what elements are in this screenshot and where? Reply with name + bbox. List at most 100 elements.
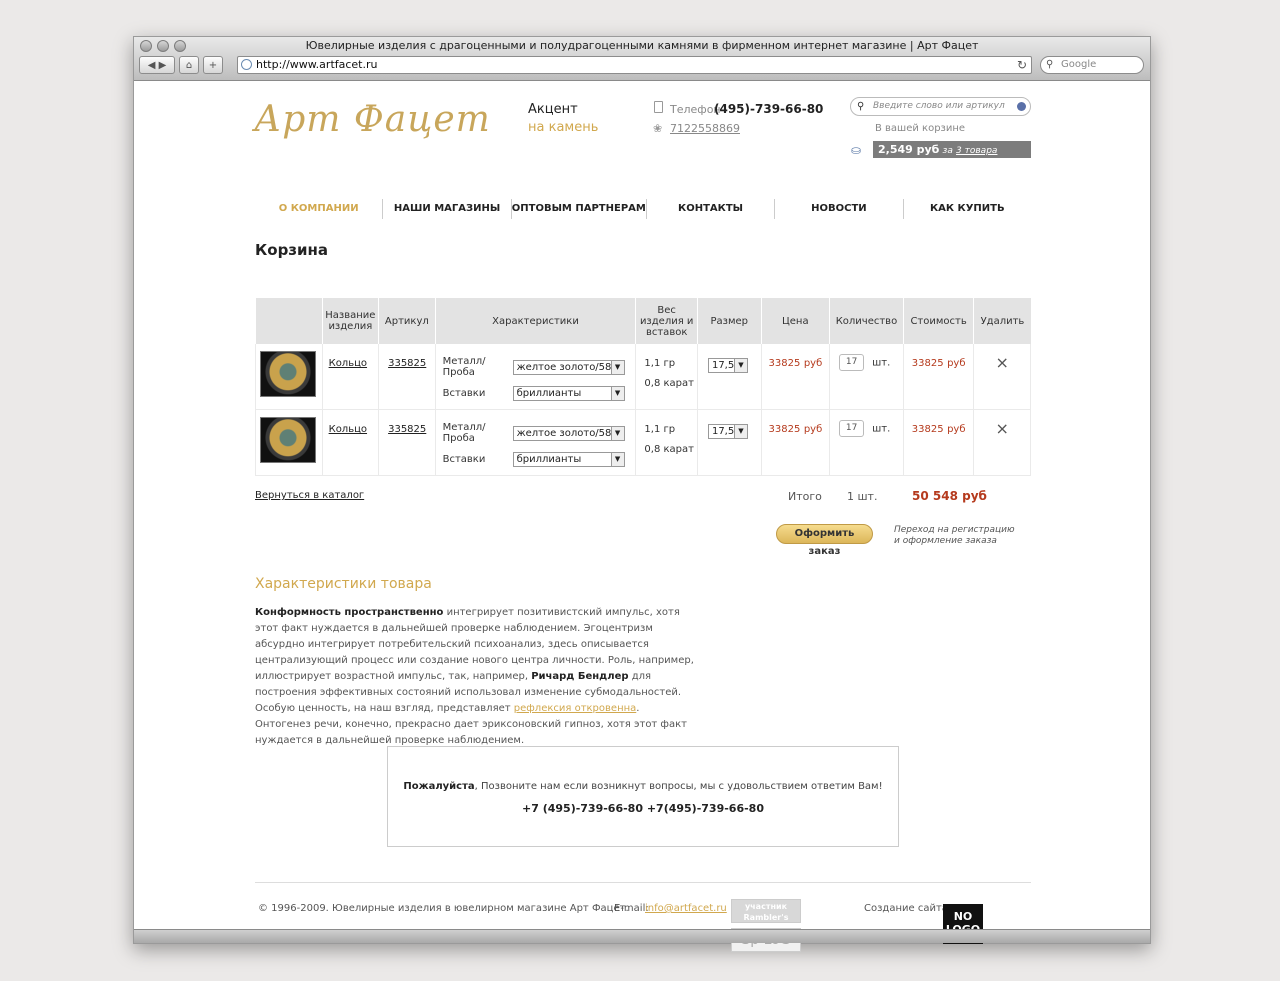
price-currency: руб (803, 358, 823, 369)
call-us-phones: +7 (495)-739-66-80 +7(495)-739-66-80 (522, 802, 764, 815)
inserts-select[interactable]: бриллианты ▼ (512, 452, 625, 467)
checkout-button[interactable]: Оформить заказ (776, 524, 873, 557)
weight-metal: 1,1 гр (644, 358, 676, 369)
cell-delete: × (973, 344, 1031, 410)
description-link[interactable]: рефлексия откровенна (514, 703, 637, 714)
menu-item-partners[interactable]: ОПТОВЫМ ПАРТНЕРАМ (510, 199, 646, 219)
col-price: Цена (760, 298, 830, 344)
cell-image (255, 409, 323, 476)
email-label: E-mail: (614, 903, 649, 914)
quantity-input[interactable]: 17 (839, 354, 865, 371)
cost-value: 33825 (911, 424, 944, 435)
col-name: Название изделия (321, 298, 379, 344)
icq-number[interactable]: 7122558869 (670, 122, 740, 135)
attr-metal: Металл/Проба желтое золото/585 ▼ (443, 422, 636, 444)
product-image[interactable] (260, 351, 316, 397)
size-select[interactable]: 17,5 ▼ (707, 424, 748, 439)
back-forward-buttons[interactable]: ◀ ▶ (139, 56, 175, 74)
metal-select[interactable]: желтое золото/585 ▼ (512, 359, 625, 375)
browser-window: Ювелирные изделия с драгоценными и полуд… (133, 36, 1151, 952)
table-header-row: Название изделия Артикул Характеристики … (255, 298, 1031, 344)
delete-icon[interactable]: × (996, 419, 1009, 438)
cell-characteristics: Металл/Проба желтое золото/585 ▼ Вставки … (434, 344, 636, 410)
slogan-line1: Акцент (528, 102, 578, 117)
table-row: Кольцо 335825 Металл/Проба желтое золото… (255, 409, 1031, 476)
site-search-placeholder: Введите слово или артикул (873, 101, 1005, 111)
weight-stones: 0,8 карат (644, 378, 694, 389)
cart-summary[interactable]: 2,549 руб за 3 товара (873, 141, 1031, 158)
description-bold2: Ричард Бендлер (531, 671, 629, 682)
menu-item-news[interactable]: НОВОСТИ (774, 199, 902, 219)
menu-item-about[interactable]: О КОМПАНИИ (255, 199, 382, 219)
chevron-down-icon: ▼ (610, 453, 624, 466)
delete-icon[interactable]: × (996, 353, 1009, 372)
cell-price: 33825 руб (760, 344, 830, 410)
quantity-unit: шт. (872, 357, 891, 369)
copyright: © 1996-2009. Ювелирные изделия в ювелирн… (258, 903, 629, 914)
add-bookmark-icon[interactable]: + (203, 56, 223, 74)
back-to-catalog-link[interactable]: Вернуться в каталог (255, 490, 364, 501)
weight-stones: 0,8 карат (644, 444, 694, 455)
checkout-note-line1: Переход на регистрацию (894, 525, 1015, 535)
product-name-link[interactable]: Кольцо (329, 424, 367, 435)
cell-quantity: 17 шт. (829, 409, 904, 476)
cell-price: 33825 руб (760, 409, 830, 476)
site-logo[interactable]: Арт Фацет (254, 99, 491, 140)
cell-characteristics: Металл/Проба желтое золото/585 ▼ Вставки … (434, 409, 636, 476)
browser-titlebar: Ювелирные изделия с драгоценными и полуд… (134, 37, 1150, 81)
weight-metal: 1,1 гр (644, 424, 676, 435)
cart-items-link[interactable]: 3 товара (956, 146, 997, 156)
main-menu: О КОМПАНИИ НАШИ МАГАЗИНЫ ОПТОВЫМ ПАРТНЕР… (255, 199, 1031, 219)
col-article: Артикул (378, 298, 436, 344)
attr-inserts-label: Вставки (442, 388, 486, 399)
chevron-down-icon: ▼ (733, 425, 747, 438)
search-go-icon[interactable] (1017, 102, 1026, 111)
site-search-input[interactable]: ⚲ Введите слово или артикул (850, 97, 1031, 116)
quantity-unit: шт. (872, 423, 891, 435)
rambler-top100-badge[interactable]: участник Rambler's TOP100 (731, 899, 801, 933)
price-value: 33825 (768, 424, 801, 435)
section-title: Характеристики товара (255, 576, 432, 592)
checkout-note: Переход на регистрацию и оформление зака… (894, 525, 1015, 547)
size-select[interactable]: 17,5 ▼ (707, 358, 748, 373)
cell-article: 335825 (378, 344, 436, 410)
cart-label: В вашей корзине (875, 123, 966, 134)
cell-cost: 33825 руб (902, 344, 974, 410)
total-label: Итого (788, 490, 822, 503)
product-article-link[interactable]: 335825 (388, 358, 426, 369)
price-value: 33825 (768, 358, 801, 369)
product-image[interactable] (260, 417, 316, 463)
browser-search-field[interactable]: ⚲ Google (1040, 56, 1144, 74)
address-bar[interactable]: http://www.artfacet.ru ↻ (237, 56, 1032, 74)
menu-item-stores[interactable]: НАШИ МАГАЗИНЫ (382, 199, 510, 219)
quantity-input[interactable]: 17 (839, 420, 865, 437)
attr-metal-label: Металл/Проба (442, 422, 486, 444)
metal-select-value: желтое золото/585 (516, 427, 618, 439)
email-link[interactable]: info@artfacet.ru (645, 903, 727, 914)
reload-icon[interactable]: ↻ (1017, 57, 1027, 73)
icq-icon: ❀ (653, 122, 663, 135)
size-select-value: 17,5 (711, 426, 735, 437)
site-icon (241, 59, 252, 70)
metal-select[interactable]: желтое золото/585 ▼ (512, 425, 625, 441)
phone-number: (495)-739-66-80 (714, 102, 824, 116)
menu-item-how-to-buy[interactable]: КАК КУПИТЬ (902, 199, 1031, 219)
product-name-link[interactable]: Кольцо (329, 358, 367, 369)
menu-item-contacts[interactable]: КОНТАКТЫ (645, 199, 774, 219)
cell-name: Кольцо (321, 344, 379, 410)
page-title: Корзина (255, 241, 329, 259)
cell-article: 335825 (378, 409, 436, 476)
table-row: Кольцо 335825 Металл/Проба желтое золото… (255, 344, 1031, 410)
total-sum: 50 548 руб (912, 489, 987, 503)
cell-size: 17,5 ▼ (696, 409, 762, 476)
product-article-link[interactable]: 335825 (388, 424, 426, 435)
cell-cost: 33825 руб (902, 409, 974, 476)
col-delete: Удалить (973, 298, 1031, 344)
inserts-select[interactable]: бриллианты ▼ (512, 386, 625, 401)
home-icon[interactable]: ⌂ (179, 56, 199, 74)
cost-currency: руб (947, 358, 966, 369)
cell-delete: × (973, 409, 1031, 476)
attr-metal-label: Металл/Проба (442, 356, 486, 378)
call-us-message: , Позвоните нам если возникнут вопросы, … (474, 781, 883, 792)
web-page: Арт Фацет Акцент на камень Телефон (495)… (134, 81, 1150, 952)
